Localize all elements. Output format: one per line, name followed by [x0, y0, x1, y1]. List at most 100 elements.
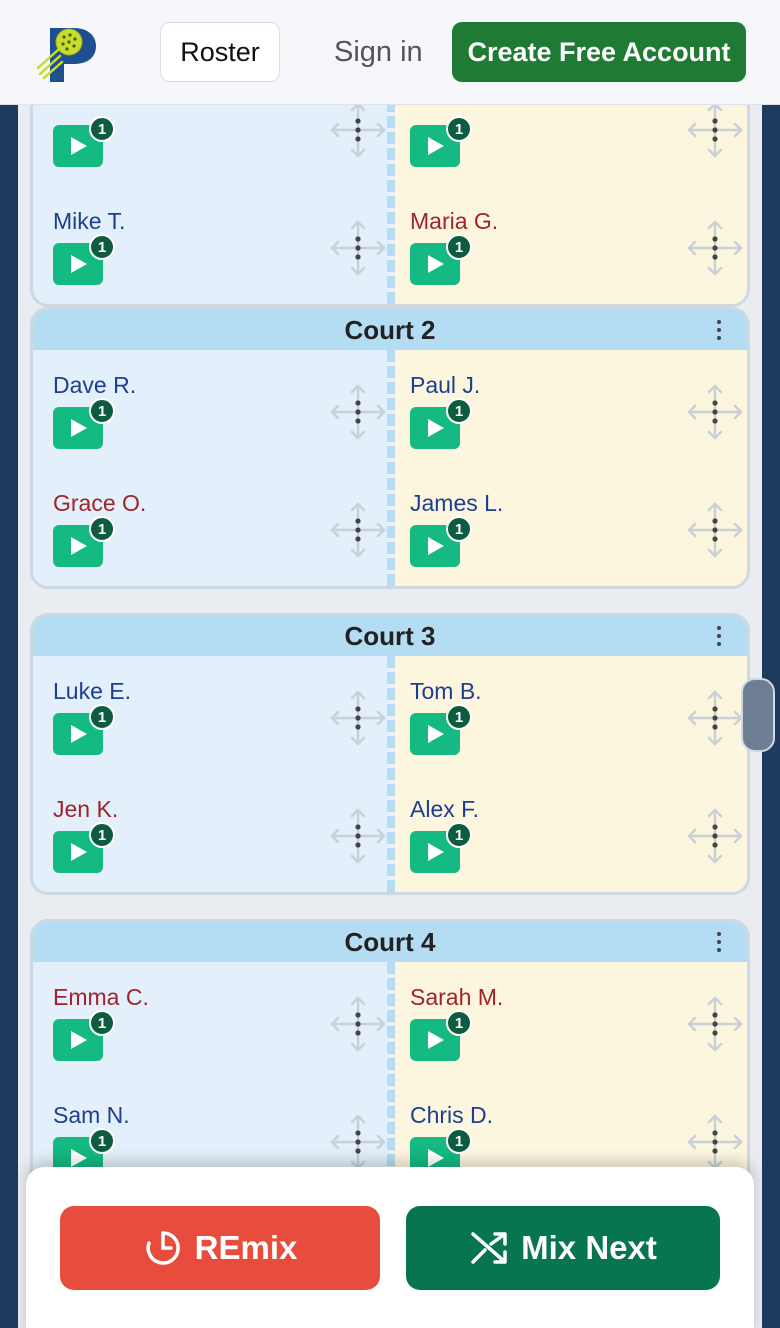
drag-handle-icon[interactable] [328, 382, 388, 442]
player-slot[interactable]: Alex F. 1 [390, 774, 747, 892]
drag-handle-icon[interactable] [328, 105, 388, 160]
shuffle-icon [471, 1232, 507, 1264]
team-left: 1 Mike T. 1 [33, 105, 390, 304]
games-count-badge: 1 [89, 704, 115, 730]
drag-handle-icon[interactable] [685, 105, 745, 160]
drag-handle-icon[interactable] [685, 382, 745, 442]
court-title: Court 2 [344, 314, 436, 345]
drag-handle-icon[interactable] [685, 218, 745, 278]
player-slot[interactable]: Mike T. 1 [33, 186, 390, 304]
player-name: Chris D. [410, 1102, 494, 1128]
net-divider [387, 105, 395, 304]
net-divider [387, 962, 395, 1198]
player-slot[interactable]: James L. 1 [390, 468, 747, 586]
play-icon [71, 537, 87, 555]
drag-handle-icon[interactable] [328, 1112, 388, 1172]
player-name: Mike T. [53, 208, 126, 234]
games-count-badge: 1 [446, 704, 472, 730]
games-count-badge: 1 [446, 1010, 472, 1036]
player-slot[interactable]: Maria G. 1 [390, 186, 747, 304]
player-name: Tom B. [410, 678, 482, 704]
player-name: Paul J. [410, 372, 481, 398]
drag-handle-icon[interactable] [328, 500, 388, 560]
player-name: Sarah M. [410, 984, 504, 1010]
drag-handle-icon[interactable] [328, 218, 388, 278]
player-slot[interactable]: Paul J. 1 [390, 350, 747, 468]
drag-handle-icon[interactable] [685, 994, 745, 1054]
team-left: Emma C. 1 Sam N. 1 [33, 962, 390, 1198]
app-logo-icon[interactable] [36, 22, 100, 84]
courts-panel[interactable]: 1 Mike T. 1 1 Maria G. 1 Court 2 Dave R. 1 Grace … [18, 105, 762, 1328]
player-slot[interactable]: 1 [390, 105, 747, 186]
player-slot[interactable]: Tom B. 1 [390, 656, 747, 774]
player-name: Luke E. [53, 678, 131, 704]
court-title: Court 3 [344, 620, 436, 651]
remix-button[interactable]: REmix [60, 1206, 380, 1290]
games-count-badge: 1 [89, 1128, 115, 1154]
more-vertical-icon[interactable] [717, 316, 721, 344]
player-slot[interactable]: Jen K. 1 [33, 774, 390, 892]
sign-in-link[interactable]: Sign in [334, 36, 423, 69]
net-divider [387, 350, 395, 586]
games-count-badge: 1 [446, 234, 472, 260]
team-right: Paul J. 1 James L. 1 [390, 350, 747, 586]
team-right: 1 Maria G. 1 [390, 105, 747, 304]
team-left: Dave R. 1 Grace O. 1 [33, 350, 390, 586]
player-slot[interactable]: Sarah M. 1 [390, 962, 747, 1080]
games-count-badge: 1 [89, 234, 115, 260]
create-account-button[interactable]: Create Free Account [452, 22, 746, 82]
court-teams: 1 Mike T. 1 1 Maria G. 1 [33, 105, 747, 304]
team-right: Sarah M. 1 Chris D. 1 [390, 962, 747, 1198]
mix-next-label: Mix Next [521, 1229, 657, 1266]
player-slot[interactable]: Dave R. 1 [33, 350, 390, 468]
games-count-badge: 1 [446, 822, 472, 848]
play-icon [428, 137, 444, 155]
games-count-badge: 1 [446, 1128, 472, 1154]
mix-next-button[interactable]: Mix Next [406, 1206, 720, 1290]
action-bar: REmix Mix Next [26, 1167, 754, 1328]
games-count-badge: 1 [446, 116, 472, 142]
games-count-badge: 1 [89, 516, 115, 542]
more-vertical-icon[interactable] [717, 928, 721, 956]
court-header: Court 4 [33, 922, 747, 962]
drag-handle-icon[interactable] [685, 806, 745, 866]
court-header: Court 3 [33, 616, 747, 656]
player-name: Maria G. [410, 208, 499, 234]
player-slot[interactable]: Grace O. 1 [33, 468, 390, 586]
games-count-badge: 1 [89, 1010, 115, 1036]
roster-button[interactable]: Roster [160, 22, 280, 82]
drag-handle-icon[interactable] [328, 688, 388, 748]
play-icon [428, 843, 444, 861]
play-icon [428, 419, 444, 437]
court-card: Court 3 Luke E. 1 Jen K. 1 Tom B. 1 Alex F. 1 [30, 613, 750, 895]
player-slot[interactable]: Emma C. 1 [33, 962, 390, 1080]
games-count-badge: 1 [89, 822, 115, 848]
court-card: Court 4 Emma C. 1 Sam N. 1 Sarah M. 1 Chris D. 1 [30, 919, 750, 1201]
player-slot[interactable]: Luke E. 1 [33, 656, 390, 774]
scrollbar-thumb[interactable] [741, 678, 775, 752]
net-divider [387, 656, 395, 892]
games-count-badge: 1 [89, 116, 115, 142]
drag-handle-icon[interactable] [685, 688, 745, 748]
court-card: 1 Mike T. 1 1 Maria G. 1 [30, 105, 750, 307]
court-teams: Luke E. 1 Jen K. 1 Tom B. 1 Alex F. 1 [33, 656, 747, 892]
drag-handle-icon[interactable] [685, 500, 745, 560]
play-icon [71, 137, 87, 155]
court-header: Court 2 [33, 310, 747, 350]
games-count-badge: 1 [89, 398, 115, 424]
court-teams: Dave R. 1 Grace O. 1 Paul J. 1 James L. 1 [33, 350, 747, 586]
more-vertical-icon[interactable] [717, 622, 721, 650]
play-icon [428, 537, 444, 555]
player-name: Emma C. [53, 984, 149, 1010]
play-icon [71, 419, 87, 437]
play-icon [71, 1031, 87, 1049]
drag-handle-icon[interactable] [685, 1112, 745, 1172]
drag-handle-icon[interactable] [328, 994, 388, 1054]
player-name: Sam N. [53, 1102, 130, 1128]
player-name: Dave R. [53, 372, 137, 398]
court-card: Court 2 Dave R. 1 Grace O. 1 Paul J. 1 James L.… [30, 307, 750, 589]
team-left: Luke E. 1 Jen K. 1 [33, 656, 390, 892]
player-slot[interactable]: 1 [33, 105, 390, 186]
drag-handle-icon[interactable] [328, 806, 388, 866]
team-right: Tom B. 1 Alex F. 1 [390, 656, 747, 892]
